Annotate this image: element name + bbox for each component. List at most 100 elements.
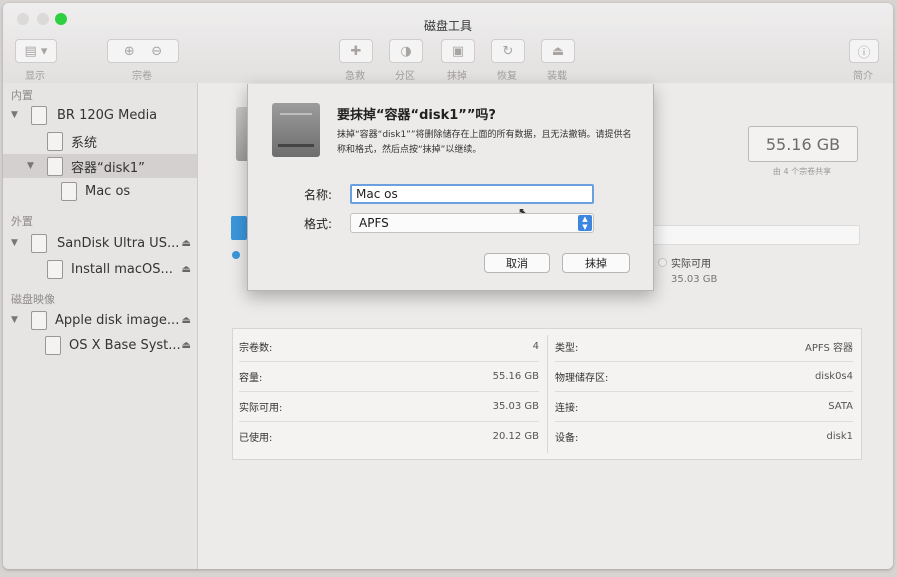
- info-button[interactable]: ⓘ: [849, 39, 879, 63]
- toolbar: 磁盘工具 ▤ ▾ 显示 ⊕ ⊖ 宗卷 ✚ 急救 ◑ 分区 ▣ 抹掉 ↻ 恢复 ⏏…: [3, 3, 893, 84]
- first-aid-button[interactable]: ✚: [339, 39, 373, 63]
- disk-slot: [278, 144, 314, 147]
- info-key: 实际可用:: [239, 402, 283, 414]
- info-row-device: 设备: disk1: [549, 421, 861, 451]
- info-row-connection: 连接: SATA: [549, 391, 861, 421]
- stethoscope-icon: ✚: [350, 43, 362, 59]
- info-table: 宗卷数: 4 容量: 55.16 GB 实际可用: 35.03 GB 已使用: …: [232, 328, 862, 460]
- internal-disk-icon: [31, 105, 47, 125]
- capacity-box: 55.16 GB: [748, 126, 858, 162]
- volume-icon: [61, 181, 77, 201]
- disk-label-stripe: [280, 113, 312, 115]
- sidebar-item-label: OS X Base Syst...: [69, 337, 181, 353]
- sidebar-item-br-120g-media[interactable]: ▼ BR 120G Media: [3, 103, 197, 127]
- info-key: 容量:: [239, 372, 263, 384]
- eject-icon[interactable]: ⏏: [182, 315, 191, 326]
- volume-button-group[interactable]: ⊕ ⊖: [107, 39, 179, 63]
- info-value: 4: [532, 340, 539, 352]
- mount-label: 装载: [547, 71, 567, 82]
- disclosure-triangle-icon[interactable]: ▼: [11, 238, 18, 248]
- dialog-description: 抹掉“容器“disk1””将删除储存在上面的所有数据，且无法撤销。请提供名称和格…: [337, 130, 632, 155]
- sidebar-item-label: 系统: [71, 135, 98, 151]
- sidebar-item-mac-os[interactable]: Mac os: [3, 179, 197, 203]
- name-input[interactable]: [350, 184, 594, 204]
- format-selected-value: APFS: [359, 216, 389, 230]
- hard-disk-icon: [272, 103, 320, 157]
- external-disk-icon: [31, 233, 47, 253]
- info-value: 35.03 GB: [492, 400, 539, 412]
- used-space-segment: [231, 216, 247, 240]
- volume-icon: [45, 335, 61, 355]
- info-value: disk1: [826, 430, 854, 442]
- erase-label: 抹掉: [447, 71, 467, 82]
- partition-button[interactable]: ◑: [389, 39, 423, 63]
- remove-volume-icon: ⊖: [151, 43, 163, 59]
- sidebar-item-label: 容器“disk1”: [71, 160, 145, 176]
- used-legend-dot: [232, 251, 240, 259]
- info-key: 连接:: [555, 402, 579, 414]
- available-legend-label: 实际可用: [671, 259, 711, 270]
- sidebar-item-install-macos[interactable]: Install macOS... ⏏: [3, 257, 197, 281]
- eject-icon[interactable]: ⏏: [182, 238, 191, 249]
- volume-label: 宗卷: [132, 71, 152, 82]
- erase-dialog: 要抹掉“容器“disk1””吗? 抹掉“容器“disk1””将删除储存在上面的所…: [247, 84, 654, 291]
- dialog-title: 要抹掉“容器“disk1””吗?: [337, 108, 496, 123]
- view-button[interactable]: ▤ ▾: [15, 39, 57, 63]
- format-field-label: 格式:: [304, 217, 333, 231]
- info-key: 已使用:: [239, 432, 273, 444]
- eject-icon[interactable]: ⏏: [182, 264, 191, 275]
- sidebar-item-label: SanDisk Ultra US...: [57, 235, 180, 251]
- info-value: disk0s4: [814, 370, 853, 382]
- first-aid-label: 急救: [345, 71, 365, 82]
- info-column-divider: [547, 335, 548, 453]
- disclosure-triangle-icon[interactable]: ▼: [27, 161, 34, 171]
- info-value: APFS 容器: [805, 342, 853, 354]
- view-label: 显示: [25, 71, 45, 82]
- window-title: 磁盘工具: [423, 19, 472, 33]
- restore-button[interactable]: ↻: [491, 39, 525, 63]
- sidebar-item-label: Mac os: [85, 183, 131, 199]
- internal-section-header: 内置: [11, 89, 33, 102]
- erase-icon: ▣: [451, 43, 465, 59]
- volume-icon: [47, 259, 63, 279]
- mount-button[interactable]: ⏏: [541, 39, 575, 63]
- capacity-subtitle: 由 4 个宗卷共享: [772, 167, 832, 176]
- disk-image-icon: [31, 310, 47, 330]
- info-key: 设备:: [555, 432, 579, 444]
- format-select[interactable]: APFS ▲ ▼: [350, 213, 594, 233]
- info-row-capacity: 容量: 55.16 GB: [233, 361, 547, 391]
- partition-icon: ◑: [400, 43, 412, 59]
- name-field-label: 名称:: [304, 188, 333, 202]
- add-volume-icon: ⊕: [123, 43, 135, 59]
- disclosure-triangle-icon[interactable]: ▼: [11, 110, 18, 120]
- sidebar-item-container-disk1[interactable]: ▼ 容器“disk1”: [3, 154, 197, 178]
- info-row-physical-store: 物理储存区: disk0s4: [549, 361, 861, 391]
- info-label: 简介: [853, 71, 873, 82]
- restore-icon: ↻: [502, 43, 514, 59]
- info-value: SATA: [828, 400, 853, 412]
- eject-icon[interactable]: ⏏: [182, 340, 191, 351]
- partition-label: 分区: [395, 71, 415, 82]
- info-row-type: 类型: APFS 容器: [549, 331, 861, 361]
- usage-bar: [650, 225, 860, 245]
- external-section-header: 外置: [11, 215, 33, 228]
- info-key: 物理储存区:: [555, 372, 609, 384]
- sidebar-item-system[interactable]: 系统: [3, 129, 197, 153]
- sidebar-item-os-x-base-system[interactable]: OS X Base Syst... ⏏: [3, 333, 197, 357]
- sidebar-item-label: BR 120G Media: [57, 107, 158, 123]
- sidebar-item-label: Install macOS...: [71, 261, 173, 277]
- info-row-volume-count: 宗卷数: 4: [233, 331, 547, 361]
- sidebar-item-apple-disk-image[interactable]: ▼ Apple disk image... ⏏: [3, 308, 197, 332]
- info-key: 类型:: [555, 342, 579, 354]
- available-legend-dot: [658, 258, 667, 267]
- cancel-button[interactable]: 取消: [484, 253, 550, 273]
- restore-label: 恢复: [497, 71, 517, 82]
- erase-confirm-button[interactable]: 抹掉: [562, 253, 630, 273]
- sidebar-item-sandisk[interactable]: ▼ SanDisk Ultra US... ⏏: [3, 231, 197, 255]
- disclosure-triangle-icon[interactable]: ▼: [11, 315, 18, 325]
- info-row-available: 实际可用: 35.03 GB: [233, 391, 547, 421]
- sidebar: 内置 ▼ BR 120G Media 系统 ▼ 容器“disk1” Mac os…: [3, 83, 198, 569]
- erase-button[interactable]: ▣: [441, 39, 475, 63]
- info-key: 宗卷数:: [239, 342, 273, 354]
- select-arrows-icon: ▲ ▼: [578, 215, 592, 231]
